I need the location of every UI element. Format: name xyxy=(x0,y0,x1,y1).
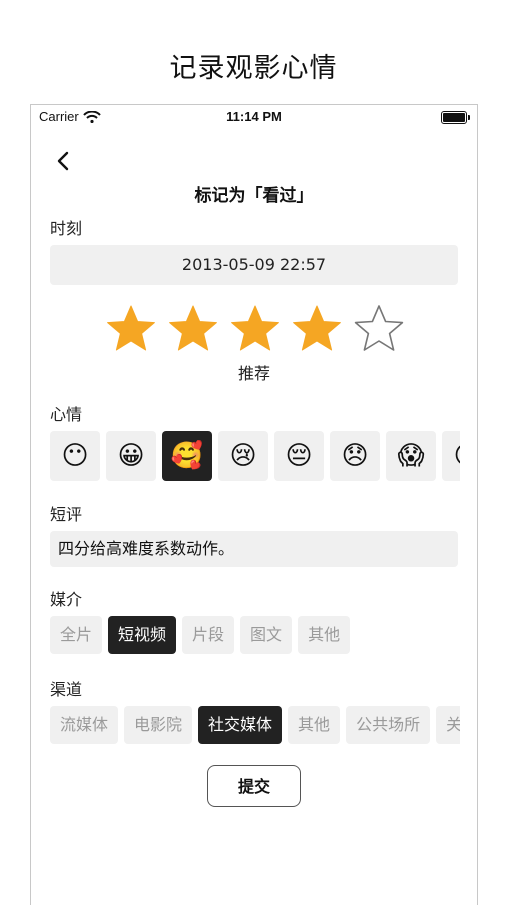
mood-emoji: 😢 xyxy=(229,441,257,471)
status-time: 11:14 PM xyxy=(226,109,282,124)
mood-option[interactable]: 😢 xyxy=(218,431,268,481)
chevron-left-icon xyxy=(57,151,69,171)
submit-button[interactable]: 提交 xyxy=(207,765,301,807)
medium-option[interactable]: 片段 xyxy=(182,616,235,654)
channel-label: 渠道 xyxy=(50,680,83,699)
mood-option[interactable]: 😀 xyxy=(106,431,156,481)
medium-option[interactable]: 其他 xyxy=(298,616,351,654)
mood-option[interactable]: 😔 xyxy=(274,431,324,481)
channel-option[interactable]: 关 xyxy=(436,706,460,744)
mood-emoji: 😶 xyxy=(61,441,89,471)
mood-emoji: 😀 xyxy=(117,441,145,471)
medium-option[interactable]: 全片 xyxy=(50,616,103,654)
channel-option[interactable]: 社交媒体 xyxy=(198,706,283,744)
page-headline: 记录观影心情 xyxy=(169,53,338,84)
star-filled-icon[interactable] xyxy=(229,303,281,355)
channel-option[interactable]: 公共场所 xyxy=(346,706,431,744)
mood-option[interactable]: 😞 xyxy=(330,431,380,481)
mood-picker: 😶 😀 🥰 😢 😔 😞 😱 😣 xyxy=(50,431,460,483)
medium-label: 媒介 xyxy=(50,590,83,609)
star-filled-icon[interactable] xyxy=(291,303,343,355)
review-input[interactable]: 四分给高难度系数动作。 xyxy=(50,531,458,567)
mood-option[interactable]: 😶 xyxy=(50,431,100,481)
page-title: 标记为「看过」 xyxy=(194,186,314,206)
channel-option[interactable]: 电影院 xyxy=(124,706,193,744)
datetime-field[interactable]: 2013-05-09 22:57 xyxy=(50,245,458,285)
mood-label: 心情 xyxy=(50,405,83,424)
star-filled-icon[interactable] xyxy=(105,303,157,355)
mood-option[interactable]: 🥰 xyxy=(162,431,212,481)
mood-option[interactable]: 😱 xyxy=(386,431,436,481)
mood-emoji: 😱 xyxy=(397,441,425,471)
phone-screen: Carrier 11:14 PM 标记为「看过」 时刻 2013-05-09 2… xyxy=(30,104,478,905)
mood-emoji: 😔 xyxy=(285,441,313,471)
medium-option[interactable]: 短视频 xyxy=(108,616,177,654)
mood-option[interactable]: 😣 xyxy=(442,431,460,481)
medium-option[interactable]: 图文 xyxy=(240,616,293,654)
mood-emoji: 😣 xyxy=(453,441,460,471)
mood-emoji: 🥰 xyxy=(170,441,204,471)
star-filled-icon[interactable] xyxy=(167,303,219,355)
time-label: 时刻 xyxy=(50,219,83,238)
medium-options: 全片 短视频 片段 图文 其他 xyxy=(50,616,460,654)
back-button[interactable] xyxy=(53,149,73,173)
star-empty-icon[interactable] xyxy=(353,303,405,355)
battery-icon xyxy=(441,111,470,124)
channel-options: 流媒体电影院社交媒体其他公共场所关 xyxy=(50,706,460,744)
channel-option[interactable]: 其他 xyxy=(288,706,341,744)
channel-option[interactable]: 流媒体 xyxy=(50,706,119,744)
star-rating[interactable] xyxy=(105,303,405,355)
mood-emoji: 😞 xyxy=(341,441,369,471)
review-label: 短评 xyxy=(50,505,83,524)
rating-text: 推荐 xyxy=(237,364,270,383)
status-bar: Carrier 11:14 PM xyxy=(31,105,477,131)
